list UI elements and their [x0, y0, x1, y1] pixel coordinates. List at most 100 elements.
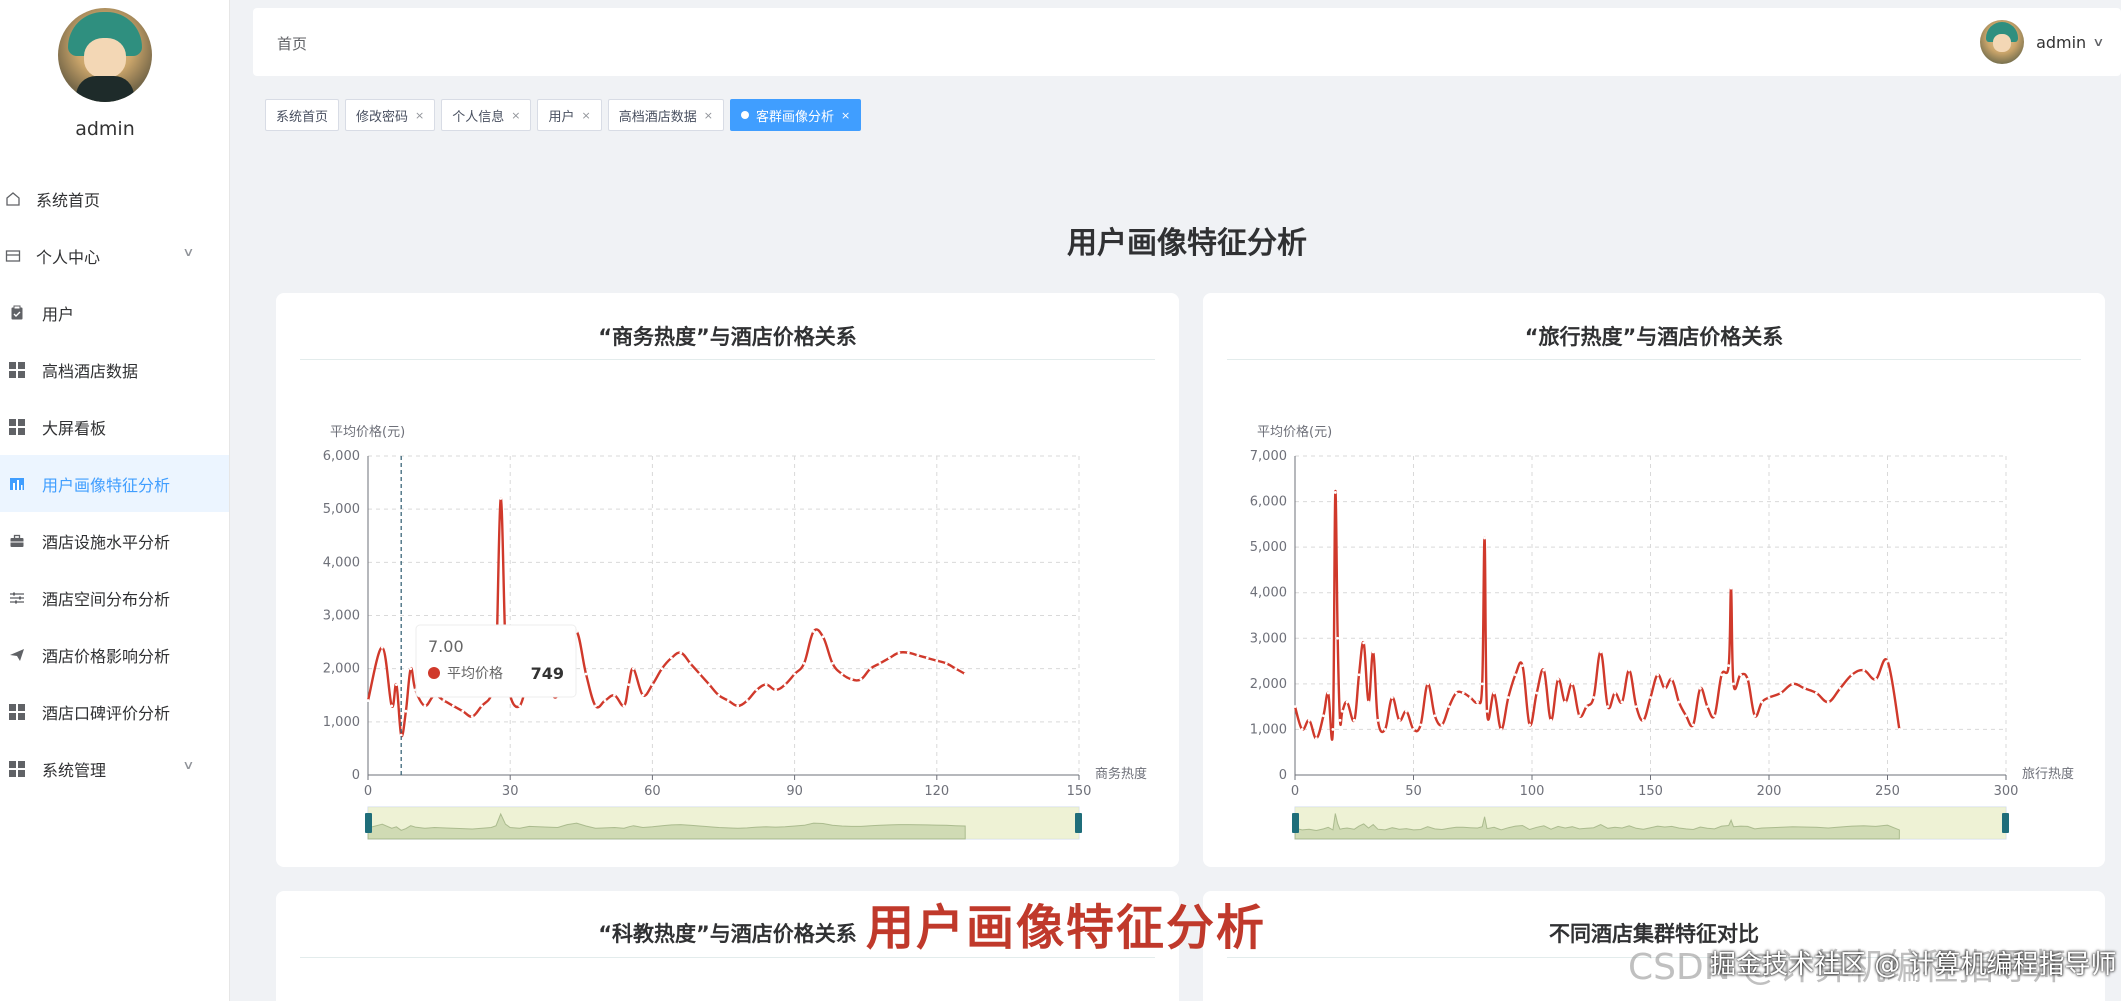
data-point [1307, 718, 1311, 722]
data-point [1862, 668, 1866, 672]
data-point [1897, 728, 1901, 731]
data-point [698, 672, 702, 676]
data-point [1345, 700, 1349, 704]
data-point [1542, 668, 1546, 672]
data-point [726, 699, 730, 702]
data-point [707, 683, 711, 687]
sidebar-item-users[interactable]: 用户 [0, 284, 229, 341]
sidebar-item-personal-center[interactable]: 个人中心 ∨ [0, 227, 229, 284]
data-point [594, 704, 597, 708]
avatar[interactable] [58, 8, 152, 102]
data-point [395, 683, 398, 687]
sidebar-item-system-management[interactable]: 系统管理 ∨ [0, 740, 229, 797]
sidebar-item-facility-analysis[interactable]: 酒店设施水平分析 [0, 512, 229, 569]
sidebar-item-review-analysis[interactable]: 酒店口碑评价分析 [0, 683, 229, 740]
x-tick-label: 30 [502, 784, 519, 799]
tag-home[interactable]: 系统首页 [265, 99, 340, 131]
data-point [755, 688, 759, 692]
sidebar-item-spatial-analysis[interactable]: 酒店空间分布分析 [0, 569, 229, 626]
data-point [1499, 728, 1503, 731]
tag-personal-info[interactable]: 个人信息 × [441, 99, 532, 131]
data-point [1570, 682, 1574, 686]
tooltip-x-label: 7.00 [428, 637, 464, 656]
data-point [480, 704, 484, 708]
data-point [793, 672, 796, 676]
data-point [764, 683, 768, 687]
x-tick-label: 120 [924, 784, 949, 799]
chevron-down-icon[interactable]: ∨ [182, 245, 194, 259]
data-point [1521, 664, 1524, 668]
x-tick-label: 90 [786, 784, 803, 799]
data-point [1447, 705, 1451, 709]
close-icon[interactable]: × [704, 109, 713, 122]
sidebar-item-hotel-data[interactable]: 高档酒店数据 [0, 341, 229, 398]
data-point [859, 677, 863, 681]
data-point [1419, 723, 1423, 727]
avatar[interactable] [1980, 20, 2025, 64]
tag-hotel-data[interactable]: 高档酒店数据 × [607, 99, 724, 131]
header-username[interactable]: admin [2036, 33, 2086, 52]
chart-travel-price[interactable]: 0 1,000 2,000 3,000 4,000 5,000 6,000 7,000 0 50 1… [1203, 293, 2105, 867]
data-point [1732, 682, 1735, 686]
data-point [1670, 677, 1674, 681]
y-tick-label: 3,000 [323, 609, 360, 624]
data-point [831, 661, 834, 665]
user-menu[interactable]: admin ∨ [1980, 20, 2105, 64]
data-point [1390, 696, 1394, 699]
data-point [1397, 718, 1401, 722]
close-icon[interactable]: × [841, 109, 850, 122]
sidebar-item-dashboard[interactable]: 大屏看板 [0, 398, 229, 455]
sidebar-item-price-analysis[interactable]: 酒店价格影响分析 [0, 626, 229, 683]
data-point [1641, 718, 1645, 722]
data-point [1739, 673, 1742, 677]
tag-users[interactable]: 用户 × [537, 99, 602, 131]
sidebar-item-label: 酒店设施水平分析 [42, 532, 171, 552]
grid-icon [8, 703, 26, 721]
data-point [1426, 682, 1430, 686]
data-point [1727, 664, 1731, 668]
data-point [366, 699, 370, 702]
data-point [1333, 491, 1337, 494]
chevron-down-icon[interactable]: ∨ [2092, 35, 2104, 49]
sidebar-item-user-profile-analysis[interactable]: 用户画像特征分析 [0, 455, 229, 512]
data-point [1367, 700, 1370, 704]
y-tick-label: 2,000 [1250, 677, 1287, 692]
x-tick-label: 250 [1875, 784, 1900, 799]
sidebar-username: admin [75, 118, 135, 140]
data-point [897, 651, 901, 655]
close-icon[interactable]: × [415, 109, 424, 122]
tag-change-password[interactable]: 修改密码 × [345, 99, 436, 131]
data-point [499, 497, 503, 500]
send-icon [8, 646, 26, 664]
sidebar-item-home[interactable]: 系统首页 [0, 170, 229, 227]
tooltip-box [415, 624, 577, 698]
sliders-icon [8, 589, 26, 607]
sidebar-item-label: 系统首页 [36, 190, 101, 210]
top-header: 首页 admin ∨ [253, 8, 2121, 76]
data-point [1336, 636, 1340, 640]
x-tick-label: 0 [1291, 784, 1299, 799]
close-icon[interactable]: × [511, 109, 520, 122]
data-point [1585, 705, 1588, 709]
data-point [1886, 659, 1889, 663]
tag-customer-profile[interactable]: 客群画像分析 × [729, 99, 862, 131]
x-tick-label: 150 [1638, 784, 1663, 799]
y-tick-label: 5,000 [1250, 540, 1287, 555]
tooltip: 7.00 平均价格 749 [415, 624, 577, 698]
data-point [1483, 536, 1486, 540]
grid-icon [8, 760, 26, 778]
data-point [1720, 673, 1723, 677]
tag-label: 客群画像分析 [755, 109, 834, 125]
x-tick-label: 60 [644, 784, 661, 799]
close-icon[interactable]: × [582, 109, 591, 122]
data-point [1492, 691, 1496, 695]
data-point [584, 672, 588, 676]
breadcrumb[interactable]: 首页 [277, 33, 307, 54]
series-line [1293, 489, 1901, 741]
tags-view: 系统首页 修改密码 × 个人信息 × 用户 × 高档酒店数据 × 客群画像分析 … [265, 99, 867, 131]
chevron-down-icon[interactable]: ∨ [182, 758, 194, 772]
data-point [603, 699, 607, 702]
data-point [1549, 718, 1553, 722]
x-tick-label: 50 [1405, 784, 1422, 799]
chart-business-price[interactable]: 0 1,000 2,000 3,000 4,000 5,000 6,000 0 30 60 90 12… [276, 293, 1179, 867]
